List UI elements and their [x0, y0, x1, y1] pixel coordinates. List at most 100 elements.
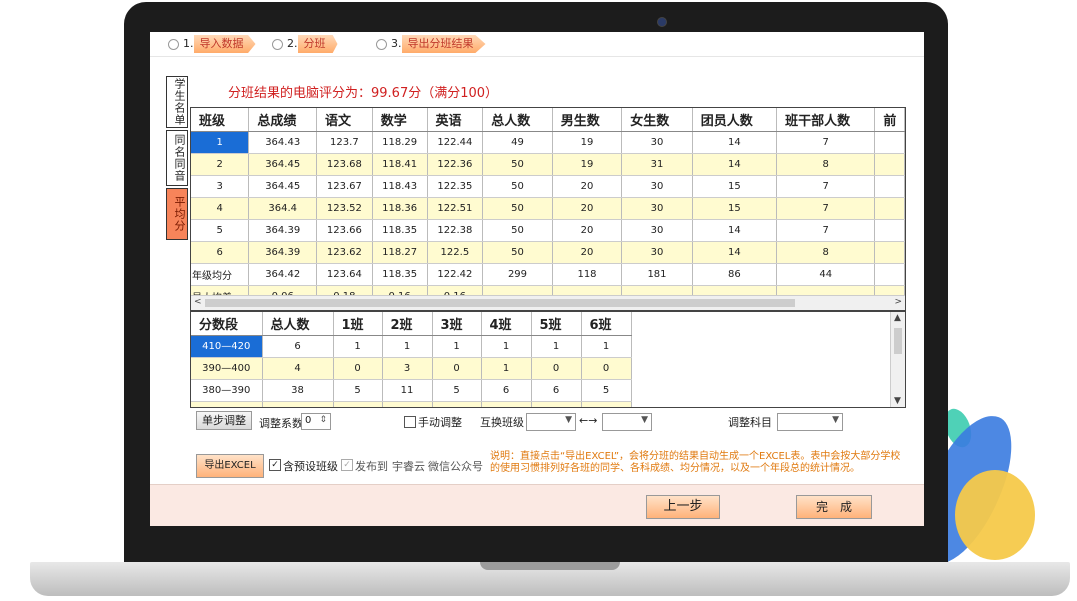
table-row[interactable]: 2 364.45 123.68 118.41 122.36 50 19 31 14 8	[191, 153, 905, 176]
table-cell[interactable]: 118.41	[372, 153, 428, 176]
table-cell[interactable]: 122.35	[427, 175, 484, 198]
table-cell[interactable]: 1	[481, 357, 532, 380]
table-cell[interactable]: 15	[692, 175, 778, 198]
prev-button[interactable]: 上一步	[646, 495, 720, 519]
table-cell[interactable]	[874, 197, 905, 220]
table-cell[interactable]: 122.5	[427, 241, 484, 264]
subject-select[interactable]: ▼	[777, 413, 843, 431]
table-cell[interactable]: 20	[552, 175, 623, 198]
column-header[interactable]: 团员人数	[692, 108, 778, 132]
table-cell[interactable]	[874, 263, 905, 286]
table-cell[interactable]: 364.43	[248, 131, 318, 154]
table-cell[interactable]: 7	[776, 175, 876, 198]
table-cell[interactable]: 11	[382, 379, 433, 402]
step-export[interactable]: 3. 导出分班结果	[376, 35, 486, 53]
scroll-down-icon[interactable]: ▼	[894, 396, 901, 406]
table-cell[interactable]	[874, 175, 905, 198]
table-cell[interactable]: 1	[581, 401, 632, 407]
table-cell[interactable]: 364.39	[248, 219, 318, 242]
table-cell[interactable]: 123.67	[316, 175, 373, 198]
finish-button[interactable]: 完 成	[796, 495, 872, 519]
table-cell[interactable]: 364.39	[248, 241, 318, 264]
coef-stepper[interactable]: 0 ⇕	[301, 413, 331, 430]
table-row[interactable]: 1 364.43 123.7 118.29 122.44 49 19 30 14 7	[191, 131, 905, 154]
table-cell[interactable]: 3	[382, 357, 433, 380]
table-row[interactable]: 5 364.39 123.66 118.35 122.38 50 20 30 14 7	[191, 219, 905, 242]
table-cell[interactable]: 44	[776, 263, 876, 286]
table-cell[interactable]: 6	[481, 379, 532, 402]
column-header[interactable]: 6班	[581, 312, 632, 336]
row-label-cell[interactable]: 5	[191, 219, 250, 242]
table-cell[interactable]: 122.51	[427, 197, 484, 220]
export-excel-button[interactable]: 导出EXCEL	[196, 454, 264, 478]
scroll-right-icon[interactable]: >	[894, 297, 902, 307]
table-cell[interactable]: 5	[581, 379, 632, 402]
table-cell[interactable]: 364.45	[248, 175, 318, 198]
table-cell[interactable]: 122.42	[427, 263, 484, 286]
table-cell[interactable]: 0	[581, 357, 632, 380]
row-label-cell[interactable]: 4	[191, 197, 250, 220]
table-cell[interactable]: 123.68	[316, 153, 373, 176]
table-cell[interactable]: 50	[482, 197, 553, 220]
swap-class-a-select[interactable]: ▼	[526, 413, 576, 431]
table-cell[interactable]: 0	[432, 357, 482, 380]
table-cell[interactable]: 1	[333, 335, 383, 358]
table-cell[interactable]: 50	[482, 219, 553, 242]
table-cell[interactable]	[874, 131, 905, 154]
table-cell[interactable]: 123.64	[316, 263, 373, 286]
table-cell[interactable]: 3	[432, 401, 482, 407]
tab-same-name[interactable]: 同名同音	[166, 130, 188, 186]
table-cell[interactable]: 299	[482, 263, 553, 286]
table-cell[interactable]: 86	[692, 263, 778, 286]
column-header[interactable]: 5班	[531, 312, 582, 336]
column-header[interactable]: 女生数	[621, 108, 693, 132]
step-import[interactable]: 1. 导入数据	[168, 35, 256, 53]
table-cell[interactable]: 5	[432, 379, 482, 402]
table-cell[interactable]: 118.29	[372, 131, 428, 154]
row-label-cell[interactable]: 1	[191, 131, 250, 154]
table-cell[interactable]: 6	[531, 379, 582, 402]
table-row[interactable]: 410—420 6 1 1 1 1 1 1	[191, 335, 632, 358]
table-cell[interactable]: 30	[621, 219, 693, 242]
table-cell[interactable]: 15	[692, 197, 778, 220]
row-label-cell[interactable]: 410—420	[191, 335, 263, 358]
table-cell[interactable]: 50	[482, 153, 553, 176]
score-band-grid[interactable]: 分数段 总人数 1班 2班 3班 4班 5班 6班 410—420 6 1 1 1 1 1 1 390—400…	[190, 311, 906, 408]
table-cell[interactable]: 0	[333, 401, 383, 407]
table-cell[interactable]: 38	[262, 379, 334, 402]
table-cell[interactable]: 364.4	[248, 197, 318, 220]
table-cell[interactable]: 7	[776, 197, 876, 220]
table-row[interactable]: 390—400 4 0 3 0 1 0 0	[191, 357, 632, 380]
horizontal-scrollbar[interactable]: < >	[191, 295, 905, 310]
table-row[interactable]: 3 364.45 123.67 118.43 122.35 50 20 30 15 7	[191, 175, 905, 198]
row-label-cell[interactable]: 380—390	[191, 379, 263, 402]
table-cell[interactable]: 118.43	[372, 175, 428, 198]
table-cell[interactable]: 122.44	[427, 131, 484, 154]
row-label-cell[interactable]: 3	[191, 175, 250, 198]
table-cell[interactable]: 123.62	[316, 241, 373, 264]
table-cell[interactable]: 5	[333, 379, 383, 402]
table-cell[interactable]: 20	[552, 241, 623, 264]
column-header[interactable]: 男生数	[552, 108, 623, 132]
table-cell[interactable]: 20	[552, 219, 623, 242]
row-label-cell[interactable]: 年级均分	[191, 263, 250, 286]
class-average-grid[interactable]: 班级 总成绩 语文 数学 英语 总人数 男生数 女生数 团员人数 班干部人数前 1 364.43 12…	[190, 107, 906, 311]
table-cell[interactable]: 118.35	[372, 263, 428, 286]
column-header[interactable]: 3班	[432, 312, 482, 336]
table-cell[interactable]: 8	[776, 241, 876, 264]
table-cell[interactable]: 3	[531, 401, 582, 407]
table-cell[interactable]: 122.38	[427, 219, 484, 242]
table-cell[interactable]: 14	[692, 241, 778, 264]
table-cell[interactable]: 49	[482, 131, 553, 154]
swap-class-b-select[interactable]: ▼	[602, 413, 652, 431]
column-header[interactable]: 班级	[191, 108, 250, 132]
table-cell[interactable]: 20	[552, 197, 623, 220]
table-cell[interactable]: 364.42	[248, 263, 318, 286]
include-preset-checkbox[interactable]: ✓	[269, 459, 281, 471]
table-cell[interactable]: 6	[262, 335, 334, 358]
table-cell[interactable]: 2	[382, 401, 433, 407]
table-cell[interactable]: 123.7	[316, 131, 373, 154]
column-header[interactable]: 分数段	[191, 312, 263, 336]
vertical-scrollbar[interactable]: ▲ ▼	[890, 312, 905, 407]
table-cell[interactable]: 50	[482, 175, 553, 198]
